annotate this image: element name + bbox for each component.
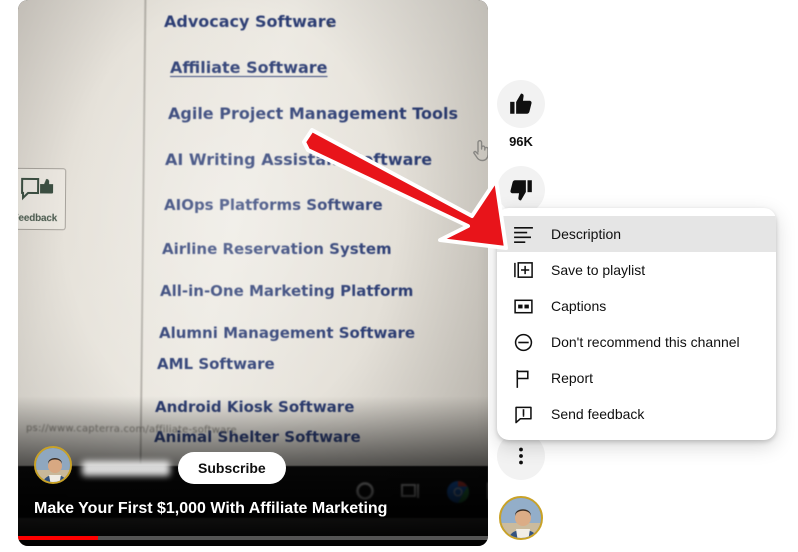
menu-item-label: Send feedback (551, 406, 645, 422)
video-title: Make Your First $1,000 With Affiliate Ma… (34, 500, 388, 517)
menu-item-save-to-playlist[interactable]: Save to playlist (497, 252, 776, 288)
progress-bar-fill (18, 536, 98, 540)
more-vertical-icon (519, 447, 523, 465)
category-item[interactable]: AIOps Platforms Software (164, 196, 383, 214)
do-not-recommend-icon (511, 330, 535, 354)
category-item[interactable]: AI Writing Assistant Software (165, 150, 432, 169)
category-item[interactable]: Airline Reservation System (162, 240, 392, 258)
menu-item-label: Save to playlist (551, 262, 646, 278)
menu-item-label: Don't recommend this channel (551, 334, 740, 350)
menu-item-report[interactable]: Report (497, 360, 776, 396)
category-item[interactable]: Alumni Management Software (159, 324, 415, 342)
menu-item-label: Report (551, 370, 594, 386)
software-category-list: Advocacy Software Affiliate Software Agi… (18, 0, 488, 460)
menu-item-captions[interactable]: Captions (497, 288, 776, 324)
progress-bar-track[interactable] (18, 536, 488, 540)
menu-item-label: Captions (551, 298, 607, 314)
category-item[interactable]: Agile Project Management Tools (168, 104, 458, 123)
dislike-button[interactable] (497, 166, 545, 214)
category-item[interactable]: All-in-One Marketing Platform (160, 282, 413, 300)
video-player[interactable]: Feedback Advocacy Software Affiliate Sof… (18, 0, 488, 546)
captions-icon (511, 294, 535, 318)
video-options-menu: Description Save to playlist Captions Do… (497, 208, 776, 440)
channel-avatar[interactable] (34, 446, 72, 484)
bullet-dot-icon (328, 24, 331, 27)
menu-item-send-feedback[interactable]: Send feedback (497, 396, 776, 432)
category-item[interactable]: Advocacy Software (164, 12, 336, 31)
thumbs-down-icon (510, 180, 532, 201)
channel-name-redacted (82, 461, 170, 476)
category-item[interactable]: AML Software (157, 355, 275, 373)
user-avatar[interactable] (499, 496, 543, 540)
description-icon (511, 222, 535, 246)
like-button[interactable] (497, 80, 545, 128)
category-item[interactable]: Affiliate Software (170, 58, 328, 77)
screen: Feedback Advocacy Software Affiliate Sof… (0, 0, 798, 552)
save-playlist-icon (511, 258, 535, 282)
subscribe-button[interactable]: Subscribe (178, 452, 286, 484)
thumbs-up-icon (510, 93, 532, 114)
menu-item-description[interactable]: Description (497, 216, 776, 252)
like-count: 96K (509, 134, 533, 149)
menu-item-label: Description (551, 226, 622, 242)
flag-icon (511, 366, 535, 390)
send-feedback-icon (511, 402, 535, 426)
user-avatar-image (501, 498, 541, 538)
menu-item-dont-recommend[interactable]: Don't recommend this channel (497, 324, 776, 360)
pointing-hand-icon (473, 140, 488, 162)
